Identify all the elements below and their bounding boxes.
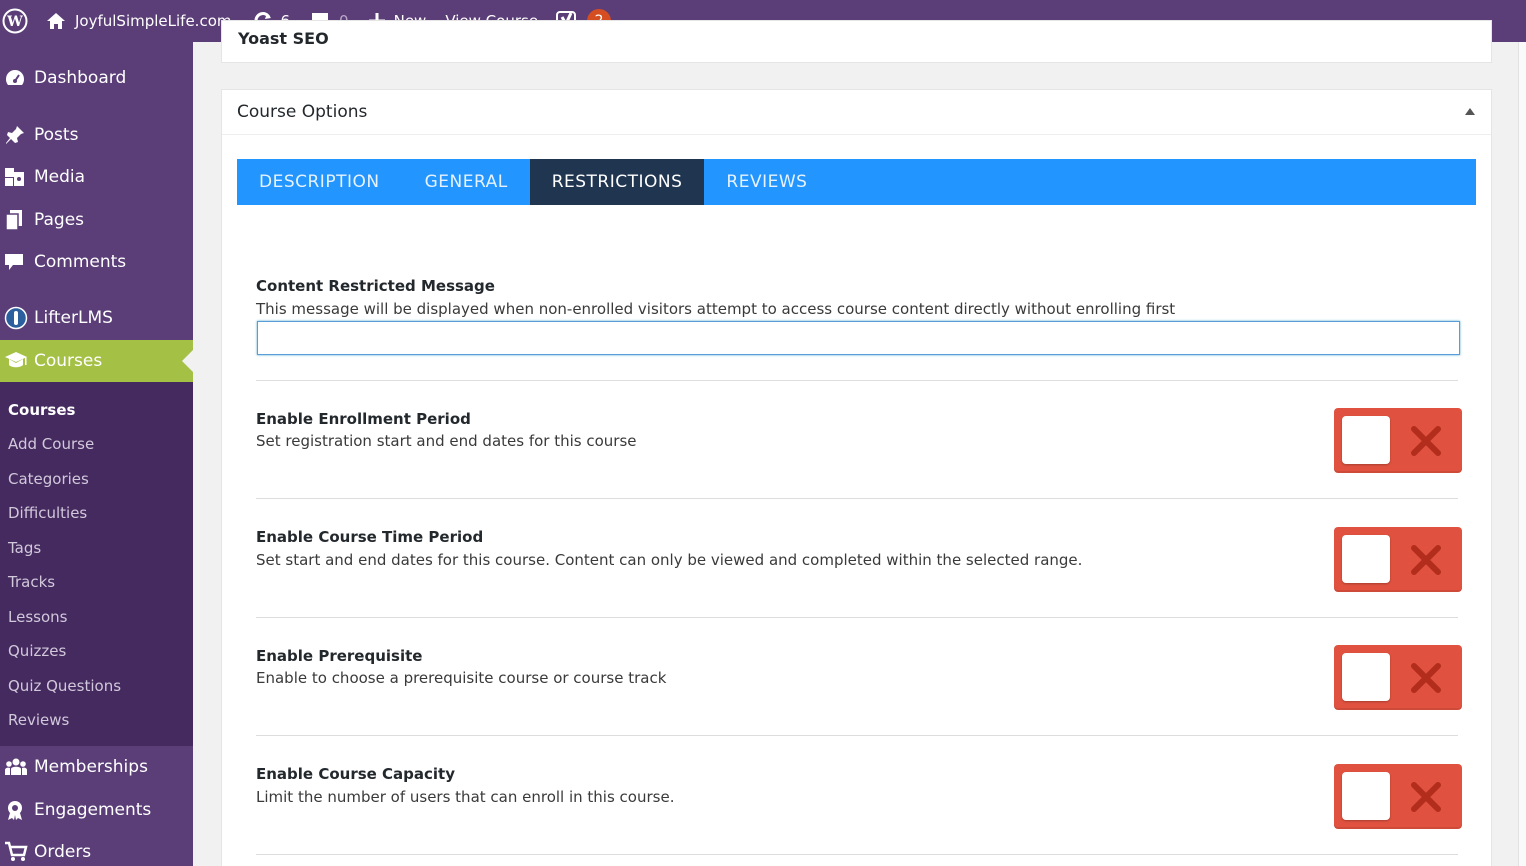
toggle-knob bbox=[1342, 535, 1390, 583]
submenu-difficulties[interactable]: Difficulties bbox=[8, 504, 87, 522]
submenu-add-course[interactable]: Add Course bbox=[8, 435, 94, 453]
collapse-arrow-icon[interactable] bbox=[1465, 108, 1475, 115]
submenu-lessons[interactable]: Lessons bbox=[8, 608, 67, 626]
sidebar-item-courses[interactable]: Courses bbox=[0, 340, 193, 382]
sidebar-item-label: Posts bbox=[34, 125, 79, 145]
submenu-tracks[interactable]: Tracks bbox=[8, 573, 55, 591]
divider bbox=[256, 735, 1458, 736]
divider bbox=[256, 380, 1458, 381]
course-time-period-toggle[interactable] bbox=[1334, 527, 1462, 592]
close-icon bbox=[1406, 659, 1446, 697]
prerequisite-label: Enable Prerequisite bbox=[256, 647, 423, 665]
comment-icon bbox=[0, 252, 28, 272]
submenu-categories[interactable]: Categories bbox=[8, 470, 89, 488]
enrollment-period-description: Set registration start and end dates for… bbox=[256, 432, 637, 450]
submenu-reviews[interactable]: Reviews bbox=[8, 711, 69, 729]
sidebar-item-label: LifterLMS bbox=[34, 308, 113, 328]
dashboard-icon bbox=[0, 68, 28, 88]
cart-icon bbox=[0, 841, 28, 863]
site-name-link[interactable]: JoyfulSimpleLife.com bbox=[34, 0, 242, 42]
courses-submenu: Courses Add Course Categories Difficulti… bbox=[0, 382, 193, 746]
course-capacity-description: Limit the number of users that can enrol… bbox=[256, 788, 675, 806]
sidebar-item-label: Dashboard bbox=[34, 68, 127, 88]
course-options-tabs: DESCRIPTION GENERAL RESTRICTIONS REVIEWS bbox=[237, 159, 1476, 205]
wordpress-menu[interactable]: W bbox=[0, 0, 34, 42]
sidebar-item-label: Pages bbox=[34, 210, 85, 230]
course-capacity-label: Enable Course Capacity bbox=[256, 765, 456, 783]
sidebar-item-engagements[interactable]: Engagements bbox=[0, 789, 193, 831]
lifterlms-icon bbox=[0, 306, 28, 330]
enrollment-period-label: Enable Enrollment Period bbox=[256, 410, 471, 428]
tab-general[interactable]: GENERAL bbox=[403, 159, 530, 205]
sidebar-item-dashboard[interactable]: Dashboard bbox=[0, 57, 193, 99]
pin-icon bbox=[0, 124, 28, 146]
prerequisite-description: Enable to choose a prerequisite course o… bbox=[256, 669, 667, 687]
sidebar-item-label: Orders bbox=[34, 842, 92, 862]
close-icon bbox=[1406, 778, 1446, 816]
graduation-cap-icon bbox=[0, 351, 28, 371]
sidebar-item-label: Courses bbox=[34, 351, 103, 371]
course-time-period-label: Enable Course Time Period bbox=[256, 528, 484, 546]
right-sidebar-edge bbox=[1518, 42, 1526, 866]
admin-sidebar: Dashboard Posts Media Pages Comments Lif… bbox=[0, 42, 193, 866]
prerequisite-toggle[interactable] bbox=[1334, 645, 1462, 710]
sidebar-item-memberships[interactable]: Memberships bbox=[0, 746, 193, 788]
divider bbox=[256, 617, 1458, 618]
yoast-seo-panel[interactable]: Yoast SEO bbox=[221, 20, 1492, 63]
panel-title: Course Options bbox=[237, 102, 368, 122]
sidebar-item-label: Memberships bbox=[34, 757, 148, 777]
submenu-quiz-questions[interactable]: Quiz Questions bbox=[8, 677, 121, 695]
tab-restrictions[interactable]: RESTRICTIONS bbox=[529, 159, 705, 205]
toggle-knob bbox=[1342, 653, 1390, 701]
sidebar-item-comments[interactable]: Comments bbox=[0, 241, 193, 283]
close-icon bbox=[1406, 541, 1446, 579]
course-time-period-description: Set start and end dates for this course.… bbox=[256, 551, 1083, 569]
close-icon bbox=[1406, 422, 1446, 460]
tab-description[interactable]: DESCRIPTION bbox=[237, 159, 403, 205]
divider bbox=[256, 854, 1458, 855]
submenu-tags[interactable]: Tags bbox=[8, 539, 41, 557]
restricted-message-description: This message will be displayed when non-… bbox=[256, 300, 1176, 318]
sidebar-item-label: Comments bbox=[34, 252, 127, 272]
submenu-courses[interactable]: Courses bbox=[8, 401, 75, 419]
site-name: JoyfulSimpleLife.com bbox=[75, 12, 232, 30]
sidebar-item-label: Media bbox=[34, 167, 86, 187]
award-icon bbox=[0, 799, 28, 821]
divider bbox=[256, 498, 1458, 499]
sidebar-item-posts[interactable]: Posts bbox=[0, 114, 193, 156]
toggle-knob bbox=[1342, 416, 1390, 464]
home-icon bbox=[46, 12, 66, 30]
restricted-message-label: Content Restricted Message bbox=[256, 277, 495, 295]
course-capacity-toggle[interactable] bbox=[1334, 764, 1462, 829]
pages-icon bbox=[0, 209, 28, 231]
panel-header[interactable]: Course Options bbox=[222, 90, 1491, 135]
sidebar-item-pages[interactable]: Pages bbox=[0, 199, 193, 241]
course-options-panel: Course Options DESCRIPTION GENERAL RESTR… bbox=[221, 89, 1492, 866]
yoast-panel-title: Yoast SEO bbox=[238, 29, 329, 48]
wordpress-icon: W bbox=[2, 8, 28, 34]
sidebar-item-media[interactable]: Media bbox=[0, 156, 193, 198]
sidebar-item-lifterlms[interactable]: LifterLMS bbox=[0, 297, 193, 339]
submenu-quizzes[interactable]: Quizzes bbox=[8, 642, 66, 660]
media-icon bbox=[0, 166, 28, 188]
sidebar-item-orders[interactable]: Orders bbox=[0, 831, 193, 866]
groups-icon bbox=[0, 757, 28, 777]
sidebar-item-label: Engagements bbox=[34, 800, 152, 820]
active-menu-arrow bbox=[182, 350, 193, 372]
toggle-knob bbox=[1342, 772, 1390, 820]
tab-reviews[interactable]: REVIEWS bbox=[704, 159, 829, 205]
restricted-message-input[interactable] bbox=[257, 321, 1460, 355]
svg-text:W: W bbox=[6, 14, 23, 30]
enrollment-period-toggle[interactable] bbox=[1334, 408, 1462, 473]
